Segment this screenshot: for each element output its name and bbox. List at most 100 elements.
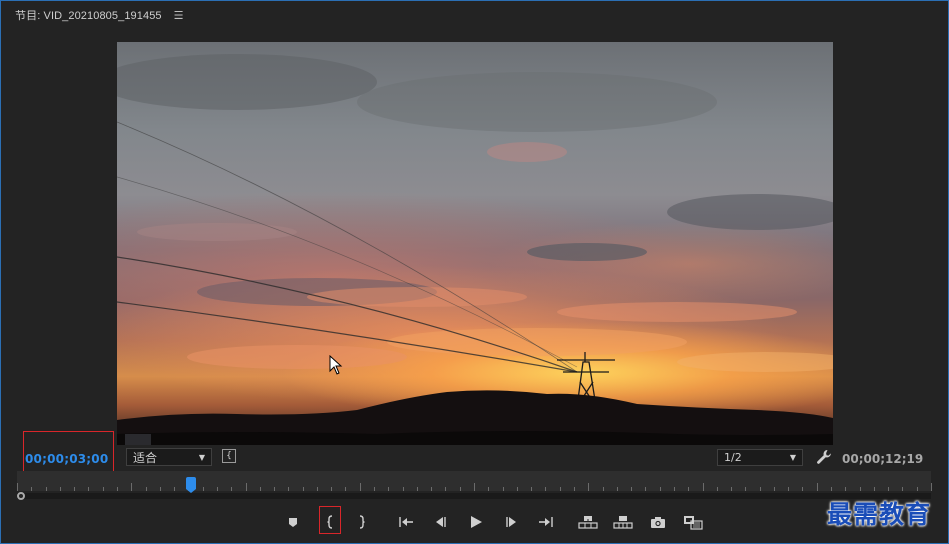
ruler-tick [888, 487, 889, 491]
go-to-out-button[interactable] [534, 509, 558, 535]
ruler-tick [588, 483, 589, 491]
ruler-tick [46, 487, 47, 491]
ruler-tick [660, 487, 661, 491]
transport-controls [281, 509, 711, 535]
panel-title[interactable]: 节目: VID_20210805_191455 [15, 7, 162, 23]
ruler-tick [931, 483, 932, 491]
ruler-tick [503, 487, 504, 491]
ruler-tick [731, 487, 732, 491]
ruler-tick [517, 487, 518, 491]
video-preview[interactable] [117, 42, 833, 445]
ruler-tick [917, 487, 918, 491]
ruler-tick [160, 487, 161, 491]
chevron-down-icon: ▼ [198, 452, 205, 462]
ruler-tick [60, 487, 61, 491]
step-back-icon [436, 517, 446, 527]
ruler-tick [574, 487, 575, 491]
zoom-fit-select[interactable]: 适合 ▼ [126, 448, 212, 466]
comparison-icon [684, 515, 703, 530]
ruler-tick [603, 487, 604, 491]
ruler-tick [545, 487, 546, 491]
ruler-tick [802, 487, 803, 491]
ruler-tick [902, 487, 903, 491]
ruler-tick [845, 487, 846, 491]
mark-in-button[interactable] [319, 509, 343, 535]
ruler-tick [760, 487, 761, 491]
program-monitor-panel: 节目: VID_20210805_191455 ☰ 00;00;03;00 适合… [0, 0, 949, 544]
ruler-tick [246, 483, 247, 491]
playhead[interactable] [186, 477, 196, 493]
ruler-tick [674, 487, 675, 491]
lift-icon [578, 516, 598, 529]
ruler-tick [817, 483, 818, 491]
ruler-tick [103, 487, 104, 491]
go-to-in-icon [399, 517, 413, 527]
ruler-tick [560, 487, 561, 491]
time-ruler[interactable] [17, 471, 932, 491]
ruler-tick [788, 487, 789, 491]
lift-button[interactable] [576, 509, 600, 535]
current-timecode[interactable]: 00;00;03;00 [25, 452, 108, 466]
ruler-tick [831, 487, 832, 491]
ruler-tick [460, 487, 461, 491]
ruler-tick [146, 487, 147, 491]
mark-out-icon [359, 515, 365, 529]
ruler-tick [445, 487, 446, 491]
play-button[interactable] [464, 509, 488, 535]
extract-button[interactable] [611, 509, 635, 535]
marker-icon [289, 518, 297, 527]
ruler-tick [488, 487, 489, 491]
mark-out-button[interactable] [349, 509, 373, 535]
ruler-tick [203, 487, 204, 491]
ruler-tick [417, 487, 418, 491]
ruler-tick [774, 487, 775, 491]
ruler-tick [274, 487, 275, 491]
sunset-scene [117, 54, 833, 445]
step-back-button[interactable] [428, 509, 452, 535]
panel-header: 节目: VID_20210805_191455 ☰ [1, 1, 948, 29]
comparison-view-button[interactable] [681, 509, 705, 535]
ruler-tick [531, 487, 532, 491]
insert-clip-icon[interactable]: { [222, 449, 236, 463]
ruler-tick [388, 487, 389, 491]
ruler-tick [431, 487, 432, 491]
hamburger-menu-icon[interactable]: ☰ [174, 10, 184, 21]
wrench-settings-icon[interactable] [815, 448, 833, 466]
step-forward-button[interactable] [500, 509, 524, 535]
ruler-tick [74, 487, 75, 491]
zoom-scrollbar-handle[interactable] [17, 492, 25, 500]
playback-resolution-select[interactable]: 1/2 ▼ [717, 449, 803, 466]
ruler-tick [217, 487, 218, 491]
ruler-tick [331, 487, 332, 491]
ruler-tick [745, 487, 746, 491]
ruler-tick [703, 483, 704, 491]
ruler-tick [317, 487, 318, 491]
go-to-in-button[interactable] [394, 509, 418, 535]
ruler-tick [631, 487, 632, 491]
ruler-tick [231, 487, 232, 491]
ruler-tick [131, 483, 132, 491]
play-icon [471, 516, 482, 528]
go-to-out-icon [539, 517, 553, 527]
extract-icon [613, 516, 633, 529]
zoom-fit-label: 适合 [133, 450, 158, 465]
ruler-tick [374, 487, 375, 491]
ruler-tick [174, 487, 175, 491]
step-forward-icon [506, 517, 516, 527]
ruler-tick [260, 487, 261, 491]
add-marker-button[interactable] [281, 509, 305, 535]
ruler-tick [403, 487, 404, 491]
mark-in-icon [327, 515, 333, 529]
ruler-tick [860, 487, 861, 491]
duration-timecode: 00;00;12;19 [842, 452, 924, 466]
ruler-tick [31, 487, 32, 491]
ruler-tick [717, 487, 718, 491]
zoom-scrollbar[interactable] [17, 493, 931, 499]
export-frame-button[interactable] [646, 509, 670, 535]
ruler-tick [303, 487, 304, 491]
mouse-cursor-icon [329, 355, 343, 375]
playback-resolution-label: 1/2 [724, 451, 742, 464]
chevron-down-icon: ▼ [789, 453, 796, 462]
ruler-tick [17, 483, 18, 491]
ruler-tick [117, 487, 118, 491]
